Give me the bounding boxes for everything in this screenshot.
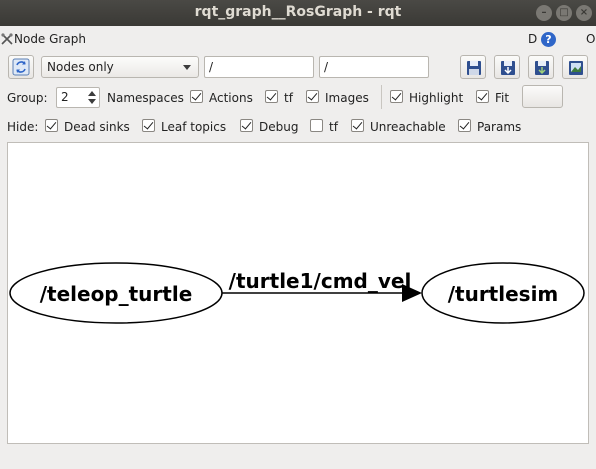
images-checkbox[interactable] [306,90,319,103]
namespace-filter-input[interactable]: / [204,56,314,78]
dead-sinks-label: Dead sinks [64,120,130,134]
params-checkbox[interactable] [458,119,471,132]
debug-label: Debug [259,120,299,134]
images-label: Images [325,91,369,105]
graph-node-teleop-label: /teleop_turtle [40,282,193,306]
dock-toggle-button[interactable]: D [528,32,537,46]
topic-filter-input[interactable]: / [319,56,429,78]
tf-checkbox[interactable] [265,90,278,103]
graph-mode-select[interactable]: Nodes only [41,56,199,78]
help-icon[interactable]: ? [541,32,556,47]
graph-node-turtlesim-label: /turtlesim [448,282,559,306]
leaf-topics-checkbox[interactable] [142,119,155,132]
window-title: rqt_graph__RosGraph - rqt [194,4,402,20]
debug-checkbox[interactable] [240,119,253,132]
crossed-tools-icon [1,33,13,45]
title-bar[interactable]: rqt_graph__RosGraph - rqt – □ × [0,0,596,26]
fit-checkbox[interactable] [476,90,489,103]
fit-label: Fit [495,91,510,105]
refresh-icon [12,58,30,76]
graph-edge-label: /turtle1/cmd_vel [229,269,412,293]
refresh-button[interactable] [8,55,34,79]
tf-label: tf [284,91,293,105]
plugin-title: Node Graph [14,32,86,46]
params-label: Params [477,120,522,134]
save-image-icon [569,61,583,75]
graph-canvas[interactable]: /teleop_turtle /turtlesim /turtle1/cmd_v… [7,142,589,444]
load-dot-button[interactable] [460,55,486,79]
unreachable-checkbox[interactable] [351,119,364,132]
namespaces-checkbox[interactable] [190,90,203,103]
maximize-button[interactable]: □ [556,5,572,21]
chevron-down-icon [183,65,191,70]
ros-graph: /teleop_turtle /turtlesim /turtle1/cmd_v… [9,262,585,324]
spin-up-icon[interactable] [88,91,96,96]
minimize-button[interactable]: – [536,5,552,21]
divider [381,85,382,109]
namespaces-label: Namespaces [107,91,184,105]
unreachable-label: Unreachable [370,120,446,134]
spin-down-icon[interactable] [88,99,96,104]
save-image-button[interactable] [562,55,588,79]
hide-tf-label: tf [329,120,338,134]
hide-label: Hide: [7,120,39,134]
leaf-topics-label: Leaf topics [161,120,227,134]
close-button[interactable]: × [576,5,592,21]
load-dot-icon [467,61,481,75]
options-button[interactable]: O [586,32,595,46]
highlight-checkbox[interactable] [390,90,403,103]
hide-tf-checkbox[interactable] [310,119,323,132]
save-dot-button[interactable] [494,55,520,79]
fit-in-view-button[interactable] [522,85,563,108]
save-svg-button[interactable] [528,55,554,79]
save-dot-icon [501,61,515,75]
dead-sinks-checkbox[interactable] [45,119,58,132]
group-value: 2 [61,90,69,104]
rqt-window: rqt_graph__RosGraph - rqt – □ × Node Gra… [0,0,596,469]
group-spinbox[interactable]: 2 [56,87,100,108]
group-label: Group: [7,91,48,105]
actions-label: Actions [209,91,253,105]
graph-mode-value: Nodes only [47,60,114,74]
save-svg-icon [535,61,549,75]
highlight-label: Highlight [409,91,464,105]
plugin-header: Node Graph D ? O [0,30,596,50]
